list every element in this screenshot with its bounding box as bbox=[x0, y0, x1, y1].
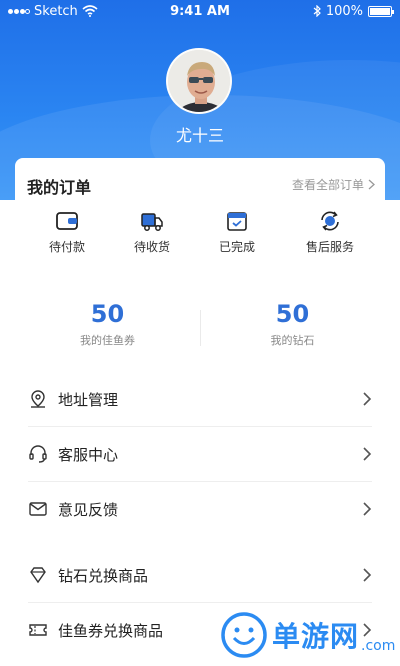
username: 尤十三 bbox=[175, 126, 224, 145]
coupon-count: 50 bbox=[90, 300, 125, 328]
watermark-suffix: .com bbox=[361, 638, 396, 654]
view-all-orders-link[interactable]: 查看全部订单 bbox=[292, 176, 375, 193]
wifi-icon bbox=[82, 5, 98, 17]
headset-icon bbox=[29, 445, 47, 463]
chevron-right-icon bbox=[368, 179, 375, 190]
orders-title: 我的订单 bbox=[27, 178, 92, 197]
orders-card: 我的订单 查看全部订单 待付款 待收货 已完成 售后服务 bbox=[15, 158, 385, 268]
chevron-right-icon bbox=[363, 502, 372, 516]
site-watermark: 单游网 .com bbox=[220, 604, 400, 666]
order-pending-payment[interactable]: 待付款 bbox=[27, 208, 107, 255]
location-pin-icon bbox=[31, 390, 45, 408]
mail-icon bbox=[29, 502, 47, 516]
wallet-icon bbox=[56, 212, 78, 230]
chevron-right-icon bbox=[363, 568, 372, 582]
battery-icon bbox=[368, 5, 394, 17]
battery-percent: 100% bbox=[325, 3, 363, 19]
order-item-label: 已完成 bbox=[218, 240, 255, 254]
diamond-label: 我的钻石 bbox=[270, 334, 315, 347]
signal-icon bbox=[8, 8, 30, 14]
bluetooth-icon bbox=[313, 5, 321, 17]
order-item-label: 待收货 bbox=[133, 240, 170, 254]
truck-icon bbox=[141, 213, 163, 231]
menu-item-customer-service[interactable]: 客服中心 bbox=[28, 427, 372, 481]
carrier-name: Sketch bbox=[34, 3, 78, 19]
order-item-label: 待付款 bbox=[48, 240, 85, 254]
chevron-right-icon bbox=[363, 447, 372, 461]
menu-item-feedback[interactable]: 意见反馈 bbox=[28, 482, 372, 536]
wallet-stats: 50 我的佳鱼券 50 我的钻石 bbox=[15, 300, 385, 356]
service-cycle-icon bbox=[321, 211, 339, 231]
menu-item-label: 钻石兑换商品 bbox=[58, 566, 149, 585]
coupon-stat[interactable]: 50 我的佳鱼券 bbox=[15, 300, 200, 348]
order-after-sales[interactable]: 售后服务 bbox=[290, 208, 370, 255]
menu-item-address[interactable]: 地址管理 bbox=[28, 372, 372, 426]
order-item-label: 售后服务 bbox=[305, 240, 354, 254]
diamond-icon bbox=[30, 567, 46, 584]
ticket-icon bbox=[29, 624, 47, 636]
diamond-count: 50 bbox=[275, 300, 310, 328]
view-all-orders-label: 查看全部订单 bbox=[291, 178, 364, 192]
box-check-icon bbox=[227, 212, 247, 231]
avatar[interactable] bbox=[166, 48, 232, 114]
smiley-logo-icon bbox=[221, 612, 267, 658]
clock: 9:41 AM bbox=[170, 3, 230, 19]
order-completed[interactable]: 已完成 bbox=[197, 208, 277, 255]
status-bar: Sketch 9:41 AM 100% bbox=[0, 0, 400, 22]
chevron-right-icon bbox=[363, 392, 372, 406]
menu-item-label: 客服中心 bbox=[58, 445, 119, 464]
diamond-stat[interactable]: 50 我的钻石 bbox=[200, 300, 385, 348]
order-to-receive[interactable]: 待收货 bbox=[112, 208, 192, 255]
coupon-label: 我的佳鱼券 bbox=[80, 334, 135, 347]
watermark-text: 单游网 bbox=[272, 620, 360, 653]
menu-item-label: 意见反馈 bbox=[58, 500, 119, 519]
menu-item-label: 地址管理 bbox=[58, 390, 119, 409]
menu-item-diamond-exchange[interactable]: 钻石兑换商品 bbox=[28, 548, 372, 602]
